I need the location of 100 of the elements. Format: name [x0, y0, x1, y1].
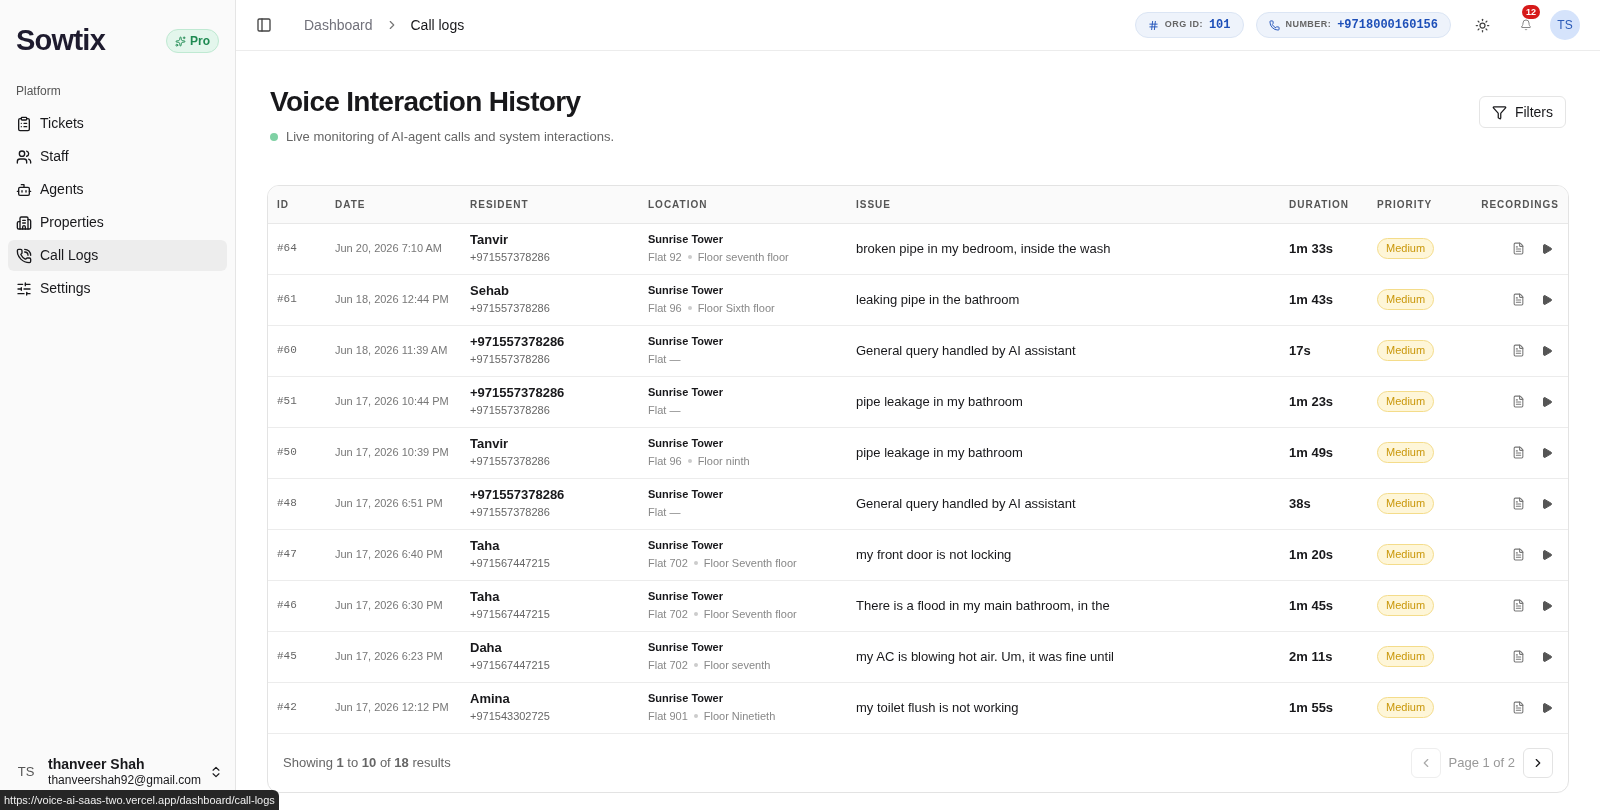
flat-label: Flat — — [648, 403, 681, 418]
floor-label: Floor seventh floor — [697, 250, 789, 265]
flat-label: Flat 92 — [648, 250, 682, 265]
theme-icon[interactable] — [1475, 17, 1490, 33]
table-cell-text: pipe leakage in my bathroom — [856, 392, 1024, 411]
table-cell-text: Jun 17, 2026 10:44 PM — [335, 394, 450, 410]
table-cell-text: Jun 18, 2026 11:39 AM — [335, 343, 449, 359]
transcript-icon[interactable] — [1512, 548, 1525, 561]
section-label: Platform — [15, 83, 62, 100]
flat-label: Flat — — [648, 505, 681, 520]
table-cell-text: Jun 17, 2026 10:39 PM — [335, 445, 450, 461]
resident-name: Sehab — [470, 283, 510, 300]
sidebar-item[interactable]: Agents — [8, 174, 227, 205]
resident-name: +971557378286 — [470, 334, 566, 351]
play-icon[interactable] — [1541, 701, 1553, 714]
play-icon[interactable] — [1541, 242, 1553, 255]
sidebar-item[interactable]: Settings — [8, 273, 227, 304]
sidebar-item[interactable]: Properties — [8, 207, 227, 238]
column-header: LOCATION — [648, 197, 709, 212]
transcript-icon[interactable] — [1512, 446, 1525, 459]
column-header: ID — [277, 197, 290, 212]
floor-label: Floor Ninetieth — [703, 709, 776, 724]
building-name: Sunrise Tower — [648, 640, 724, 655]
flat-label: Flat 96 — [648, 454, 682, 469]
building-name: Sunrise Tower — [648, 538, 724, 553]
table-cell-text: my AC is blowing hot air. Um, it was fine until — [856, 647, 1115, 666]
table-cell-text: 1m 49s — [1289, 443, 1335, 462]
table-cell-text: Jun 17, 2026 6:30 PM — [335, 598, 444, 614]
breadcrumb-link[interactable]: Dashboard — [304, 14, 373, 36]
nav-icon — [16, 247, 32, 264]
resident-name: Taha — [470, 538, 501, 555]
filters-button[interactable]: Filters — [1478, 96, 1566, 128]
filter-icon — [1491, 104, 1507, 120]
play-icon[interactable] — [1541, 344, 1553, 357]
resident-name: +971557378286 — [470, 385, 566, 402]
transcript-icon[interactable] — [1512, 293, 1525, 306]
table-cell-text: 1m 45s — [1289, 596, 1335, 615]
priority-tag: Medium — [1377, 595, 1435, 616]
floor-label: Floor Seventh floor — [703, 556, 797, 571]
floor-label: Floor ninth — [697, 454, 750, 469]
priority-tag: Medium — [1377, 391, 1435, 412]
flat-label: Flat 901 — [648, 709, 688, 724]
transcript-icon[interactable] — [1512, 650, 1525, 663]
table-cell-text: #46 — [277, 598, 298, 614]
table-cell-text: leaking pipe in the bathroom — [856, 290, 1021, 309]
phone-icon — [1268, 19, 1280, 31]
table-cell-text: my front door is not locking — [856, 545, 1013, 564]
play-icon[interactable] — [1541, 293, 1553, 306]
play-icon[interactable] — [1541, 650, 1553, 663]
column-header: RECORDINGS — [1481, 197, 1559, 212]
table-cell-text: 17s — [1289, 341, 1312, 360]
sidebar-item[interactable]: Tickets — [8, 108, 227, 139]
transcript-icon[interactable] — [1512, 701, 1525, 714]
floor-label: Floor Sixth floor — [697, 301, 775, 316]
bell-icon[interactable] — [1520, 19, 1532, 31]
nav-icon — [16, 148, 32, 165]
transcript-icon[interactable] — [1512, 242, 1525, 255]
table-cell-text: #42 — [277, 700, 298, 716]
play-icon[interactable] — [1541, 497, 1553, 510]
play-icon[interactable] — [1541, 395, 1553, 408]
table-cell-text: pipe leakage in my bathroom — [856, 443, 1024, 462]
resident-phone: +971557378286 — [470, 302, 551, 316]
breadcrumb-link[interactable]: Call logs — [410, 14, 465, 36]
transcript-icon[interactable] — [1512, 497, 1525, 510]
flat-label: Flat 702 — [648, 607, 688, 622]
building-name: Sunrise Tower — [648, 385, 724, 400]
column-header: DURATION — [1289, 197, 1351, 212]
resident-name: Amina — [470, 691, 511, 708]
nav-icon — [16, 115, 32, 132]
sidebar-toggle-icon[interactable] — [256, 17, 272, 33]
column-header: DATE — [335, 197, 367, 212]
transcript-icon[interactable] — [1512, 599, 1525, 612]
building-name: Sunrise Tower — [648, 232, 724, 247]
nav-icon — [16, 280, 32, 297]
play-icon[interactable] — [1541, 599, 1553, 612]
resident-phone: +971557378286 — [470, 251, 551, 265]
play-icon[interactable] — [1541, 548, 1553, 561]
priority-tag: Medium — [1377, 493, 1435, 514]
user-avatar: TS — [16, 763, 36, 781]
table-cell-text: my toilet flush is not working — [856, 698, 1020, 717]
building-name: Sunrise Tower — [648, 691, 724, 706]
user-email: thanveershah92@gmail.com — [48, 773, 201, 788]
table-cell-text: #50 — [277, 445, 298, 461]
sidebar-item[interactable]: Staff — [8, 141, 227, 172]
sidebar-item[interactable]: Call Logs — [8, 240, 227, 271]
table-cell-text: Jun 17, 2026 6:51 PM — [335, 496, 444, 512]
transcript-icon[interactable] — [1512, 395, 1525, 408]
resident-phone: +971567447215 — [470, 608, 551, 622]
floor-label: Floor Seventh floor — [703, 607, 797, 622]
column-header: RESIDENT — [470, 197, 530, 212]
transcript-icon[interactable] — [1512, 344, 1525, 357]
nav-icon — [16, 214, 32, 231]
priority-tag: Medium — [1377, 340, 1435, 361]
play-icon[interactable] — [1541, 446, 1553, 459]
table-cell-text: #60 — [277, 343, 298, 359]
user-avatar[interactable]: TS — [1550, 10, 1580, 40]
chip-value: 101 — [1208, 17, 1231, 34]
floor-label: Floor seventh — [703, 658, 771, 673]
column-header: ISSUE — [856, 197, 892, 212]
table-cell-text: 2m 11s — [1289, 647, 1334, 666]
